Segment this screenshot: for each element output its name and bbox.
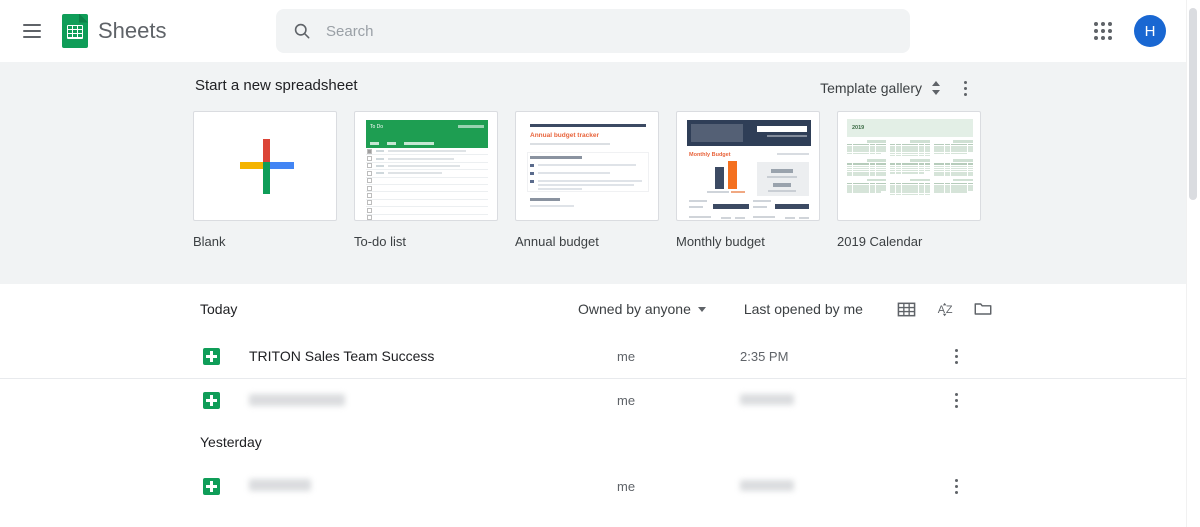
templates-header-actions: Template gallery bbox=[820, 73, 980, 103]
file-owner: me bbox=[617, 478, 636, 494]
row-more-icon[interactable] bbox=[941, 471, 971, 501]
grid-view-icon[interactable] bbox=[889, 291, 925, 327]
scrollbar-thumb[interactable] bbox=[1189, 8, 1197, 200]
row-more-icon[interactable] bbox=[941, 341, 971, 371]
vertical-scrollbar[interactable] bbox=[1186, 0, 1200, 527]
monthly-budget-thumbnail[interactable]: Monthly Budget bbox=[676, 111, 820, 221]
template-label: 2019 Calendar bbox=[837, 234, 923, 249]
owner-filter-dropdown[interactable]: Owned by anyone bbox=[578, 301, 706, 317]
template-card-todo-list[interactable]: To Do To-do list bbox=[354, 111, 498, 249]
brand-home-link[interactable]: Sheets bbox=[62, 13, 167, 48]
templates-header: Start a new spreadsheet Template gallery bbox=[195, 77, 1186, 96]
file-name[interactable]: TRITON Sales Team Success bbox=[249, 348, 434, 364]
sort-order-label[interactable]: Last opened by me bbox=[744, 301, 863, 317]
template-card-2019-calendar[interactable]: 2019 2019 Calendar bbox=[837, 111, 981, 249]
annual-budget-thumb-title: Annual budget tracker bbox=[530, 132, 599, 139]
table-row[interactable]: me bbox=[0, 464, 1186, 508]
calendar-month bbox=[890, 140, 930, 157]
todo-list-thumbnail[interactable]: To Do bbox=[354, 111, 498, 221]
calendar-month bbox=[933, 159, 973, 176]
chevron-up-down-icon[interactable] bbox=[926, 76, 946, 100]
monthly-budget-thumb-title: Monthly Budget bbox=[689, 152, 731, 158]
calendar-month bbox=[847, 159, 887, 176]
apps-grid-icon[interactable] bbox=[1084, 12, 1122, 50]
sheets-file-icon bbox=[203, 477, 220, 495]
header-actions: H bbox=[1084, 0, 1166, 62]
google-sheets-logo-icon bbox=[62, 13, 88, 48]
folder-icon[interactable] bbox=[965, 291, 1001, 327]
blank-plus-thumbnail[interactable] bbox=[193, 111, 337, 221]
chevron-down-icon bbox=[697, 306, 706, 312]
file-name[interactable] bbox=[249, 478, 311, 494]
calendar-thumbnail[interactable]: 2019 bbox=[837, 111, 981, 221]
avatar[interactable]: H bbox=[1134, 15, 1166, 47]
file-name[interactable] bbox=[249, 393, 345, 409]
calendar-month bbox=[890, 159, 930, 175]
template-label: Annual budget bbox=[515, 234, 599, 249]
search-icon bbox=[294, 23, 310, 39]
file-owner: me bbox=[617, 393, 636, 408]
template-card-annual-budget[interactable]: Annual budget tracker Annual budget bbox=[515, 111, 659, 249]
template-card-monthly-budget[interactable]: Monthly Budget Monthly budget bbox=[676, 111, 820, 249]
template-label: Blank bbox=[193, 234, 226, 249]
file-date bbox=[740, 479, 794, 494]
template-cards: Blank To Do To-do list Annual budget tra… bbox=[193, 111, 981, 249]
file-group-label: Yesterday bbox=[200, 434, 262, 450]
calendar-month bbox=[933, 140, 973, 156]
table-row[interactable]: me bbox=[0, 378, 1186, 422]
svg-text:Z: Z bbox=[946, 304, 953, 316]
calendar-thumb-year: 2019 bbox=[852, 125, 865, 131]
row-more-icon[interactable] bbox=[941, 386, 971, 416]
sort-az-icon[interactable]: A Z bbox=[927, 291, 963, 327]
sheets-file-icon bbox=[203, 347, 220, 365]
templates-more-icon[interactable] bbox=[950, 73, 980, 103]
brand-name: Sheets bbox=[98, 17, 167, 43]
file-list-toolbar: Today Owned by anyone Last opened by me bbox=[0, 284, 1186, 334]
annual-budget-thumbnail[interactable]: Annual budget tracker bbox=[515, 111, 659, 221]
sheets-file-icon bbox=[203, 392, 220, 409]
file-group-label: Today bbox=[200, 301, 238, 317]
calendar-month bbox=[933, 178, 973, 195]
calendar-month bbox=[890, 178, 930, 196]
hamburger-menu-icon[interactable] bbox=[8, 7, 56, 55]
file-owner: me bbox=[617, 348, 636, 364]
calendar-month-grid bbox=[847, 140, 973, 196]
calendar-month bbox=[847, 178, 887, 195]
template-card-blank[interactable]: Blank bbox=[193, 111, 337, 249]
owner-filter-label: Owned by anyone bbox=[578, 301, 691, 317]
todo-thumb-title: To Do bbox=[370, 124, 384, 130]
templates-section: Start a new spreadsheet Template gallery bbox=[0, 62, 1186, 284]
table-row[interactable]: TRITON Sales Team Success me 2:35 PM bbox=[0, 334, 1186, 378]
app-header: Sheets H bbox=[0, 0, 1186, 62]
file-date: 2:35 PM bbox=[740, 348, 789, 364]
template-label: To-do list bbox=[354, 234, 407, 249]
template-gallery-button[interactable]: Template gallery bbox=[820, 80, 922, 96]
file-list-section: Today Owned by anyone Last opened by me bbox=[0, 284, 1186, 508]
search-input[interactable] bbox=[326, 19, 866, 43]
search-bar[interactable] bbox=[276, 9, 910, 53]
templates-title: Start a new spreadsheet bbox=[195, 77, 358, 94]
calendar-month bbox=[847, 140, 887, 156]
file-date bbox=[740, 393, 794, 408]
file-rows-container: TRITON Sales Team Success me 2:35 PM me Yest… bbox=[0, 334, 1186, 508]
file-group-header: Yesterday bbox=[0, 422, 1186, 464]
template-label: Monthly budget bbox=[676, 234, 765, 249]
sheets-home-page: Sheets H Start a new spreadsheet Templat… bbox=[0, 0, 1200, 527]
